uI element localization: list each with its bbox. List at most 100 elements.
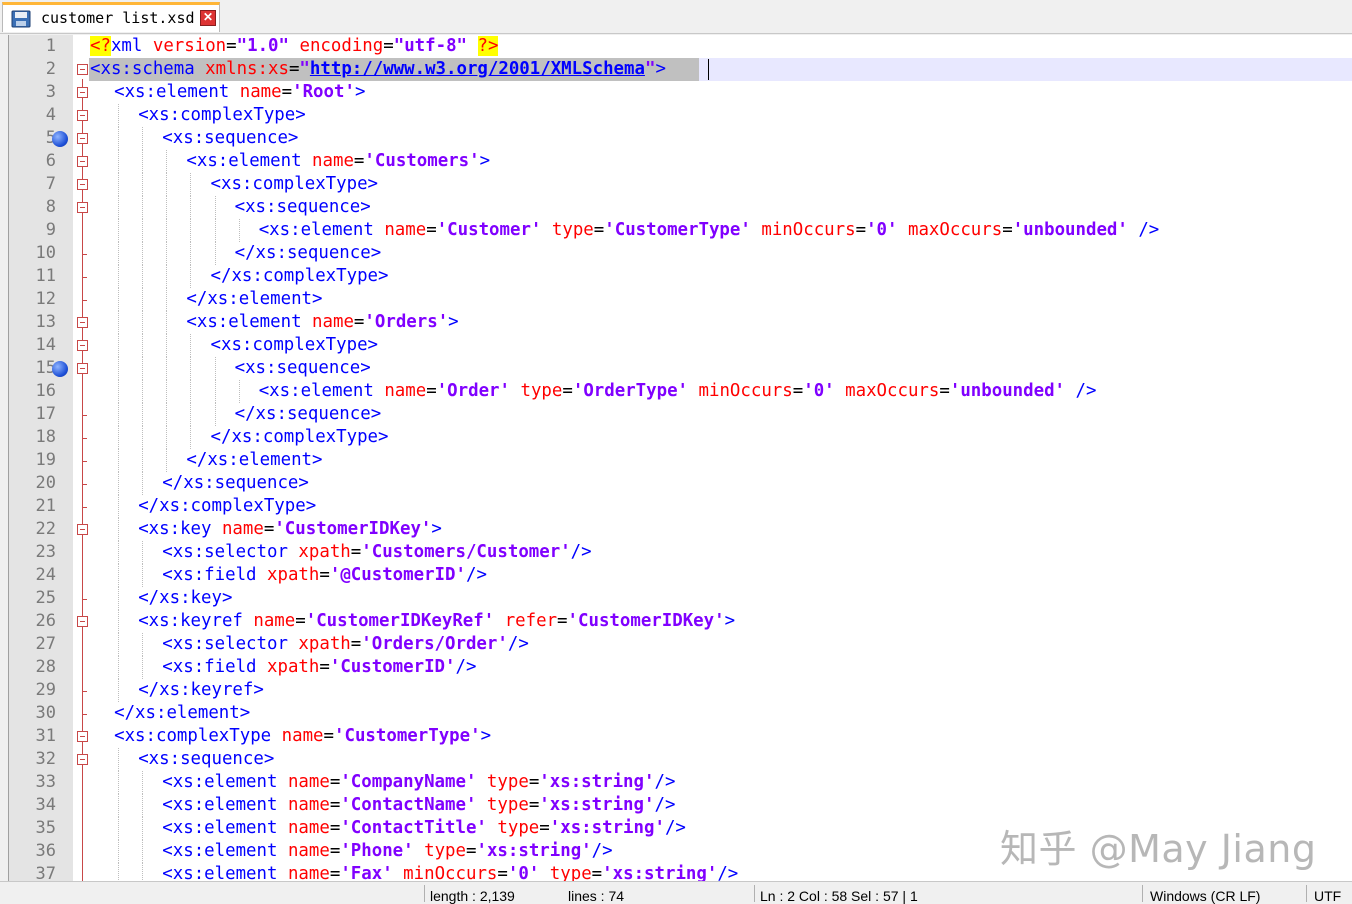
- token-tag: />: [1065, 381, 1097, 401]
- fold-toggle-icon[interactable]: [77, 64, 88, 75]
- token-tag: <xs:complexType>: [210, 174, 379, 194]
- code-line[interactable]: 19 </xs:element>: [36, 449, 1352, 472]
- code-line[interactable]: 5 <xs:sequence>: [46, 127, 1352, 150]
- code-line[interactable]: 15 <xs:sequence>: [36, 357, 1352, 380]
- code-line[interactable]: 22 <xs:key name='CustomerIDKey'>: [36, 518, 1352, 541]
- code-line[interactable]: 29 </xs:keyref>: [36, 679, 1352, 702]
- fold-toggle-icon[interactable]: [77, 87, 88, 98]
- code-line[interactable]: 10 </xs:sequence>: [36, 242, 1352, 265]
- code-line[interactable]: 28 <xs:field xpath='CustomerID'/>: [36, 656, 1352, 679]
- token-eq: =: [350, 542, 362, 562]
- code-line[interactable]: 34 <xs:element name='ContactName' type='x…: [36, 794, 1352, 817]
- code-line[interactable]: 17 </xs:sequence>: [36, 403, 1352, 426]
- indent-guide: [142, 449, 144, 472]
- token-tag: [467, 36, 477, 56]
- bookmark-icon[interactable]: [52, 361, 68, 377]
- fold-toggle-icon[interactable]: [77, 110, 88, 121]
- indent-guide: [238, 219, 240, 242]
- line-number: 30: [35, 703, 56, 723]
- token-eq: =: [288, 59, 300, 79]
- code-line[interactable]: 24 <xs:field xpath='@CustomerID'/>: [36, 564, 1352, 587]
- bookmark-icon[interactable]: [52, 131, 68, 147]
- token-sval: 'Orders/Order': [361, 634, 508, 654]
- fold-toggle-icon[interactable]: [77, 731, 88, 742]
- code-line[interactable]: 4 <xs:complexType>: [46, 104, 1352, 127]
- token-tag: </xs:element>: [114, 703, 251, 723]
- code-line[interactable]: 3 <xs:element name='Root'>: [46, 81, 1352, 104]
- code-line[interactable]: 21 </xs:complexType>: [36, 495, 1352, 518]
- code-line[interactable]: 27 <xs:selector xpath='Orders/Order'/>: [36, 633, 1352, 656]
- code-line[interactable]: 20 </xs:sequence>: [36, 472, 1352, 495]
- indent-guide: [118, 426, 120, 449]
- indent-guide: [190, 403, 192, 426]
- token-attr: name: [287, 818, 330, 838]
- token-eq: =: [539, 818, 550, 838]
- code-line[interactable]: 11 </xs:complexType>: [36, 265, 1352, 288]
- line-number: 13: [35, 312, 56, 332]
- code-line[interactable]: 13 <xs:element name='Orders'>: [36, 311, 1352, 334]
- code-line[interactable]: 2 <xs:schema xmlns:xs="http://www.w3.org/…: [46, 58, 1352, 81]
- status-encoding[interactable]: UTF: [1314, 888, 1341, 904]
- token-eq: =: [329, 841, 341, 861]
- code-line[interactable]: 14 <xs:complexType>: [36, 334, 1352, 357]
- indent-guide: [190, 196, 192, 219]
- indent-guide: [190, 334, 192, 357]
- line-number: 16: [35, 381, 56, 401]
- line-number: 35: [35, 818, 56, 838]
- fold-toggle-icon[interactable]: [77, 156, 88, 167]
- code-editor[interactable]: 1 <?xml version="1.0" encoding="utf-8" ?>…: [8, 35, 1352, 881]
- code-line[interactable]: 12 </xs:element>: [36, 288, 1352, 311]
- code-area[interactable]: 1 <?xml version="1.0" encoding="utf-8" ?>…: [36, 35, 1352, 881]
- token-tag: </xs:sequence>: [234, 243, 382, 263]
- fold-toggle-icon[interactable]: [77, 202, 88, 213]
- token-eq: =: [426, 220, 437, 240]
- token-sval: 'xs:string': [539, 772, 655, 792]
- line-number: 17: [35, 404, 56, 424]
- token-tag: </xs:sequence>: [234, 404, 382, 424]
- code-line[interactable]: 8 <xs:sequence>: [46, 196, 1352, 219]
- token-attr: type: [551, 220, 594, 240]
- token-tag: <xs:sequence>: [234, 358, 371, 378]
- code-line[interactable]: 7 <xs:complexType>: [46, 173, 1352, 196]
- token-tag: </xs:sequence>: [162, 473, 309, 493]
- token-sval: 'Customer': [436, 220, 542, 240]
- fold-toggle-icon[interactable]: [77, 363, 88, 374]
- save-icon: [11, 10, 31, 28]
- code-line[interactable]: 1 <?xml version="1.0" encoding="utf-8" ?>: [46, 35, 1352, 58]
- indent-guide: [190, 242, 192, 265]
- tab-customer-list[interactable]: customer list.xsd ✕: [2, 2, 220, 32]
- indent-guide: [166, 242, 168, 265]
- indent-guide: [142, 219, 144, 242]
- fold-toggle-icon[interactable]: [77, 524, 88, 535]
- code-line[interactable]: 6 <xs:element name='Customers'>: [46, 150, 1352, 173]
- fold-toggle-icon[interactable]: [77, 340, 88, 351]
- token-tag: >: [480, 726, 492, 746]
- token-eq: =: [329, 864, 341, 881]
- code-text: </xs:element>: [114, 702, 250, 725]
- code-line[interactable]: 16 <xs:element name='Order' type='OrderTy…: [36, 380, 1352, 403]
- code-line[interactable]: 18 </xs:complexType>: [36, 426, 1352, 449]
- code-line[interactable]: 25 </xs:key>: [36, 587, 1352, 610]
- token-attr: xpath: [298, 634, 351, 654]
- code-line[interactable]: 26 <xs:keyref name='CustomerIDKeyRef' ref…: [36, 610, 1352, 633]
- token-attr: xmlns:xs: [205, 59, 289, 79]
- indent-guide: [166, 334, 168, 357]
- fold-toggle-icon[interactable]: [77, 179, 88, 190]
- token-tag: />: [654, 772, 676, 792]
- close-icon[interactable]: ✕: [200, 10, 216, 26]
- fold-toggle-icon[interactable]: [77, 616, 88, 627]
- code-line[interactable]: 9 <xs:element name='Customer' type='Custo…: [46, 219, 1352, 242]
- code-line[interactable]: 23 <xs:selector xpath='Customers/Customer…: [36, 541, 1352, 564]
- code-line[interactable]: 32 <xs:sequence>: [36, 748, 1352, 771]
- code-line[interactable]: 30 </xs:element>: [36, 702, 1352, 725]
- fold-toggle-icon[interactable]: [77, 133, 88, 144]
- code-line[interactable]: 31 <xs:complexType name='CustomerType'>: [36, 725, 1352, 748]
- status-eol[interactable]: Windows (CR LF): [1150, 888, 1260, 904]
- fold-toggle-icon[interactable]: [77, 317, 88, 328]
- code-text: </xs:complexType>: [138, 495, 316, 518]
- token-tag: <xs:element: [258, 220, 385, 240]
- token-sval: 'CompanyName': [340, 772, 477, 792]
- token-eq: =: [383, 36, 394, 56]
- code-line[interactable]: 33 <xs:element name='CompanyName' type='x…: [36, 771, 1352, 794]
- fold-toggle-icon[interactable]: [77, 754, 88, 765]
